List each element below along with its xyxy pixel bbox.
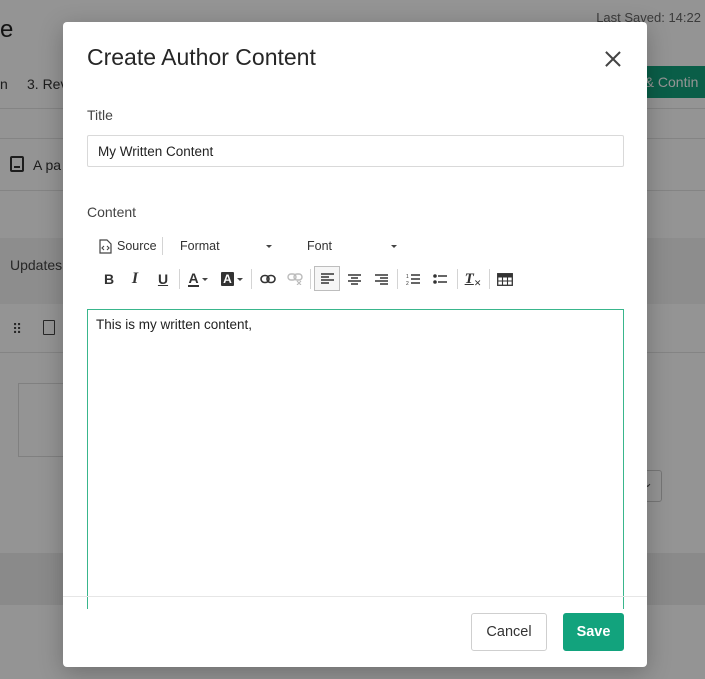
- remove-format-x-icon: ✕: [473, 277, 482, 288]
- svg-text:1: 1: [406, 274, 409, 280]
- chevron-down-icon: [391, 244, 397, 248]
- unlink-button[interactable]: [285, 270, 305, 288]
- editor-text: This is my written content,: [96, 317, 253, 332]
- chevron-down-icon: [236, 277, 243, 281]
- remove-format-button[interactable]: T ✕: [463, 270, 483, 288]
- title-input[interactable]: [87, 135, 624, 167]
- close-icon[interactable]: [601, 47, 625, 71]
- align-left-icon: [320, 273, 334, 284]
- align-center-icon: [347, 273, 361, 285]
- align-right-icon: [374, 273, 388, 285]
- source-label: Source: [117, 239, 157, 253]
- source-icon: [99, 238, 112, 254]
- chevron-down-icon: [201, 277, 208, 281]
- content-label: Content: [87, 204, 137, 220]
- text-color-button[interactable]: A: [185, 270, 211, 288]
- align-center-button[interactable]: [345, 270, 363, 288]
- source-button[interactable]: Source: [99, 237, 157, 255]
- table-button[interactable]: [495, 270, 515, 288]
- italic-button[interactable]: I: [126, 270, 144, 288]
- remove-format-icon: T: [464, 270, 474, 287]
- dialog-footer-divider: [63, 596, 647, 597]
- create-author-content-dialog: Create Author Content Title Content Sour…: [63, 22, 647, 667]
- font-dropdown[interactable]: Font: [307, 237, 397, 255]
- cancel-button[interactable]: Cancel: [471, 613, 547, 651]
- unlink-icon: [287, 273, 303, 285]
- dialog-title: Create Author Content: [87, 44, 316, 70]
- toolbar-separator: [179, 269, 180, 289]
- title-label: Title: [87, 107, 113, 123]
- align-left-button[interactable]: [314, 266, 340, 291]
- link-button[interactable]: [258, 270, 278, 288]
- toolbar-separator: [397, 269, 398, 289]
- bulleted-list-icon: [433, 274, 447, 284]
- format-label: Format: [180, 239, 220, 253]
- toolbar-separator: [310, 269, 311, 289]
- chevron-down-icon: [266, 244, 272, 248]
- toolbar-separator: [162, 237, 163, 255]
- svg-text:2: 2: [406, 281, 409, 286]
- save-button[interactable]: Save: [563, 613, 624, 651]
- toolbar-separator: [489, 269, 490, 289]
- content-editor[interactable]: This is my written content,: [87, 309, 624, 609]
- toolbar-separator: [457, 269, 458, 289]
- font-label: Font: [307, 239, 333, 253]
- toolbar-separator: [251, 269, 252, 289]
- link-icon: [260, 274, 276, 284]
- background-color-icon: A: [221, 272, 234, 286]
- text-color-icon: A: [188, 270, 199, 287]
- bulleted-list-button[interactable]: [430, 270, 450, 288]
- table-icon: [497, 272, 513, 286]
- bold-button[interactable]: B: [100, 270, 118, 288]
- align-right-button[interactable]: [372, 270, 390, 288]
- numbered-list-icon: 1 2: [406, 274, 420, 286]
- format-dropdown[interactable]: Format: [180, 237, 272, 255]
- background-color-button[interactable]: A: [218, 270, 246, 288]
- numbered-list-button[interactable]: 1 2: [403, 270, 423, 288]
- underline-button[interactable]: U: [154, 270, 172, 288]
